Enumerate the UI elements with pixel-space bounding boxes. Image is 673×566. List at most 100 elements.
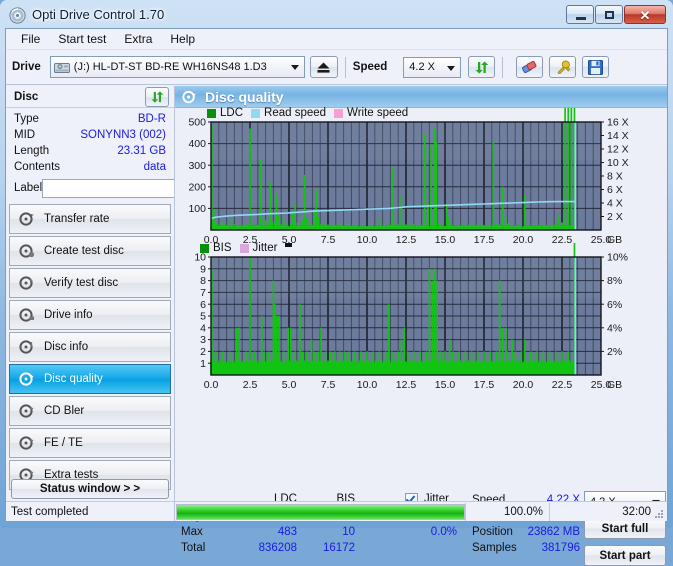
svg-text:17.5: 17.5 xyxy=(474,379,495,391)
elapsed-time: 32:00 xyxy=(549,503,667,521)
svg-text:8%: 8% xyxy=(607,275,622,287)
svg-text:20.0: 20.0 xyxy=(513,379,534,391)
window-controls: ✕ xyxy=(566,5,666,24)
bis-total-value: 16172 xyxy=(295,542,355,554)
svg-text:6: 6 xyxy=(200,299,206,311)
disc-info-row-type: Type BD-R xyxy=(14,111,166,127)
chevron-down-icon xyxy=(291,65,299,70)
menu-extra[interactable]: Extra xyxy=(115,30,161,48)
save-button[interactable] xyxy=(582,56,609,78)
disc-speed-icon xyxy=(19,212,36,227)
svg-text:6%: 6% xyxy=(607,299,622,311)
svg-text:7.5: 7.5 xyxy=(321,379,336,391)
content-header: Disc quality xyxy=(175,86,667,108)
maximize-button[interactable] xyxy=(595,5,623,24)
disc-create-icon xyxy=(19,244,36,259)
legend-label-write-speed: Write speed xyxy=(347,107,408,119)
disc-verify-icon xyxy=(19,276,36,291)
disc-label-label: Label xyxy=(14,182,42,194)
legend-label-read-speed: Read speed xyxy=(264,107,326,119)
main-toolbar: Drive (J:) HL-DT-ST BD-RE WH16NS48 1.D3 xyxy=(6,50,667,85)
top-chart-legend: LDC Read speed Write speed xyxy=(207,107,408,119)
progress-bar xyxy=(176,504,465,520)
svg-text:4%: 4% xyxy=(607,322,622,334)
sidebar-item-disc-quality[interactable]: Disc quality xyxy=(9,364,171,394)
disc-label-input[interactable] xyxy=(42,179,192,198)
svg-text:0.0: 0.0 xyxy=(204,379,219,391)
sidebar-item-cd-bler[interactable]: CD Bler xyxy=(9,396,171,426)
svg-text:4: 4 xyxy=(200,322,206,334)
progress-percent: 100.0% xyxy=(465,503,549,521)
drive-label: Drive xyxy=(12,61,41,73)
disc-contents-value: data xyxy=(144,161,166,173)
sidebar-item-verify-test-disc[interactable]: Verify test disc xyxy=(9,268,171,298)
sidebar-item-fe-te[interactable]: FE / TE xyxy=(9,428,171,458)
status-text: Test completed xyxy=(6,506,88,518)
disc-mid-label: MID xyxy=(14,129,35,141)
legend-swatch-bis xyxy=(200,244,209,253)
sidebar-label: Transfer rate xyxy=(44,213,109,225)
content-panel: Disc quality LDC Read speed Write speed … xyxy=(174,86,667,521)
ldc-total-value: 836208 xyxy=(237,542,297,554)
drive-info-icon xyxy=(19,308,36,323)
toolbar-divider-1 xyxy=(345,57,346,78)
disc-quality-icon xyxy=(19,372,36,387)
erase-button[interactable] xyxy=(516,56,543,78)
legend-label-bis: BIS xyxy=(213,242,232,254)
tools-button[interactable] xyxy=(549,56,576,78)
top-chart-canvas: 1002003004005002 X4 X6 X8 X10 X12 X14 X1… xyxy=(175,108,669,248)
close-button[interactable]: ✕ xyxy=(624,5,666,24)
svg-text:10 X: 10 X xyxy=(607,157,629,169)
sidebar-item-create-test-disc[interactable]: Create test disc xyxy=(9,236,171,266)
disc-contents-label: Contents xyxy=(14,161,60,173)
sidebar-item-drive-info[interactable]: Drive info xyxy=(9,300,171,330)
toolbar-divider-2 xyxy=(502,57,503,78)
start-part-button[interactable]: Start part xyxy=(584,545,666,566)
svg-text:100: 100 xyxy=(188,203,206,215)
disc-info-list: Type BD-R MID SONYNN3 (002) Length 23.31… xyxy=(6,108,174,202)
status-bar: Test completed xyxy=(6,501,174,521)
app-window: Opti Drive Control 1.70 ✕ File Start tes… xyxy=(0,0,673,528)
svg-text:12 X: 12 X xyxy=(607,144,629,156)
svg-text:200: 200 xyxy=(188,181,206,193)
svg-text:10%: 10% xyxy=(607,252,628,264)
refresh-button[interactable] xyxy=(468,56,495,78)
disc-type-value: BD-R xyxy=(138,113,166,125)
sidebar-label: Disc info xyxy=(44,341,88,353)
elapsed-time-value: 32:00 xyxy=(622,506,651,518)
menu-bar: File Start test Extra Help xyxy=(6,29,667,50)
disc-length-label: Length xyxy=(14,145,49,157)
sidebar-item-disc-info[interactable]: Disc info xyxy=(9,332,171,362)
menu-help[interactable]: Help xyxy=(161,30,204,48)
app-disc-icon xyxy=(9,7,26,24)
eraser-icon xyxy=(521,60,538,74)
drive-select[interactable]: (J:) HL-DT-ST BD-RE WH16NS48 1.D3 xyxy=(50,56,305,78)
progress-area: 100.0% 32:00 xyxy=(175,501,667,521)
bottom-chart-legend: BIS Jitter xyxy=(200,242,292,254)
legend-swatch-ldc xyxy=(207,109,216,118)
eject-icon xyxy=(316,61,331,74)
svg-text:8: 8 xyxy=(200,275,206,287)
eject-button[interactable] xyxy=(310,56,338,78)
disc-section-title: Disc xyxy=(14,91,38,103)
svg-text:500: 500 xyxy=(188,117,206,129)
sidebar-item-transfer-rate[interactable]: Transfer rate xyxy=(9,204,171,234)
sidebar-label: CD Bler xyxy=(44,405,84,417)
left-panel: Disc Type BD-R MID SON xyxy=(6,86,174,521)
svg-text:400: 400 xyxy=(188,138,206,150)
menu-file[interactable]: File xyxy=(12,30,49,48)
disc-refresh-button[interactable] xyxy=(145,87,169,107)
status-window-button[interactable]: Status window > > xyxy=(11,479,169,499)
svg-text:2 X: 2 X xyxy=(607,211,623,223)
disc-fete-icon xyxy=(19,436,36,451)
speed-select[interactable]: 4.2 X xyxy=(403,57,461,78)
resize-grip-icon[interactable] xyxy=(654,509,664,519)
legend-swatch-jitter xyxy=(240,244,249,253)
window-title: Opti Drive Control 1.70 xyxy=(32,7,164,22)
disc-quality-icon xyxy=(182,90,197,104)
sidebar-label: Drive info xyxy=(44,309,93,321)
minimize-button[interactable] xyxy=(566,5,594,24)
start-full-button[interactable]: Start full xyxy=(584,518,666,539)
menu-start-test[interactable]: Start test xyxy=(49,30,115,48)
svg-text:300: 300 xyxy=(188,160,206,172)
